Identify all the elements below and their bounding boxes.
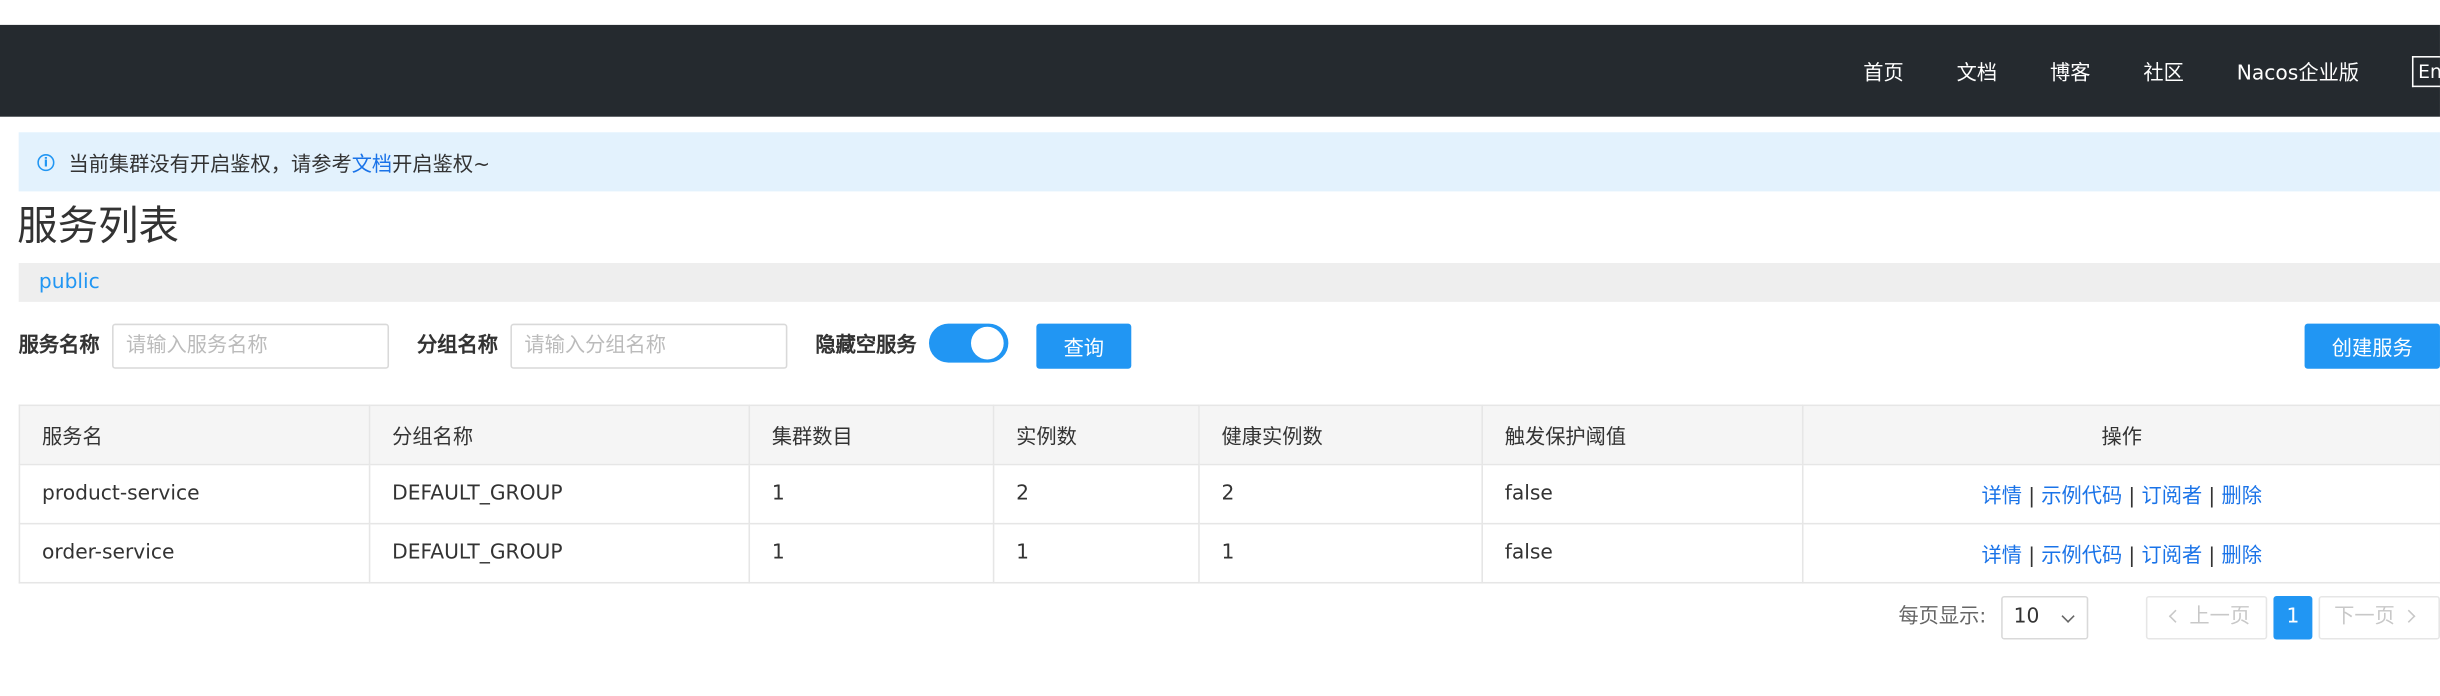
prev-page-button[interactable]: 上一页 (2145, 595, 2268, 640)
cell-group-name: DEFAULT_GROUP (368, 522, 751, 584)
detail-link[interactable]: 详情 (1981, 486, 2021, 509)
cell-service-name: product-service (18, 463, 371, 525)
cell-healthy-count: 1 (1198, 522, 1483, 584)
column-header-threshold: 触发保护阈值 (1481, 404, 1804, 466)
cell-group-name: DEFAULT_GROUP (368, 463, 751, 525)
action-separator: | (2128, 485, 2136, 509)
cell-threshold: false (1481, 522, 1804, 584)
next-page-label: 下一页 (2334, 605, 2395, 629)
query-button[interactable]: 查询 (1036, 323, 1132, 369)
search-form: 服务名称 分组名称 隐藏空服务 查询 创建服务 (18, 323, 2440, 369)
nav-docs[interactable]: 文档 (1957, 56, 1997, 85)
group-name-input[interactable] (510, 323, 788, 369)
page: 首页 文档 博客 社区 Nacos企业版 En i 当前集群没有开启鉴权，请参考… (0, 0, 2440, 696)
table-row: product-service DEFAULT_GROUP 1 2 2 fals… (18, 463, 2440, 525)
service-table: 服务名 分组名称 集群数目 实例数 健康实例数 触发保护阈值 操作 produc… (18, 404, 2440, 584)
hide-empty-toggle[interactable] (928, 323, 1009, 363)
sample-code-link[interactable]: 示例代码 (2041, 545, 2122, 568)
page-size-select[interactable]: 10 (2001, 595, 2089, 640)
top-nav-bar: 首页 文档 博客 社区 Nacos企业版 En (0, 24, 2440, 117)
page-size-value: 10 (2013, 605, 2040, 629)
cell-actions: 详情 | 示例代码 | 订阅者 | 删除 (1801, 463, 2440, 525)
namespace-bar: public (18, 262, 2440, 302)
detail-link[interactable]: 详情 (1981, 545, 2021, 568)
cell-cluster-count: 1 (748, 522, 995, 584)
action-separator: | (2208, 485, 2216, 509)
cell-healthy-count: 2 (1198, 463, 1483, 525)
nav-enterprise[interactable]: Nacos企业版 (2237, 56, 2359, 85)
namespace-public[interactable]: public (39, 271, 100, 294)
nav-blog[interactable]: 博客 (2050, 56, 2090, 85)
cell-instance-count: 1 (992, 522, 1200, 584)
subscribers-link[interactable]: 订阅者 (2141, 545, 2202, 568)
delete-link[interactable]: 删除 (2221, 486, 2261, 509)
service-table-wrapper: 服务名 分组名称 集群数目 实例数 健康实例数 触发保护阈值 操作 produc… (18, 404, 2440, 584)
action-separator: | (2028, 544, 2036, 568)
notice-text-before: 当前集群没有开启鉴权，请参考 (68, 153, 352, 177)
cell-service-name: order-service (18, 522, 371, 584)
language-switch-button[interactable]: En (2411, 55, 2440, 87)
table-header-row: 服务名 分组名称 集群数目 实例数 健康实例数 触发保护阈值 操作 (18, 404, 2440, 466)
cell-instance-count: 2 (992, 463, 1200, 525)
nav-home[interactable]: 首页 (1863, 56, 1903, 85)
nav-community[interactable]: 社区 (2143, 56, 2183, 85)
page-size-label: 每页显示: (1898, 605, 1987, 629)
table-row: order-service DEFAULT_GROUP 1 1 1 false … (18, 522, 2440, 584)
column-header-group-name: 分组名称 (368, 404, 751, 466)
chevron-down-icon (2061, 609, 2075, 623)
toggle-knob (971, 326, 1004, 360)
column-header-actions: 操作 (1801, 404, 2440, 466)
info-icon: i (37, 153, 55, 171)
create-service-button[interactable]: 创建服务 (2304, 323, 2440, 369)
service-name-input[interactable] (112, 323, 390, 369)
sample-code-link[interactable]: 示例代码 (2041, 486, 2122, 509)
service-name-label: 服务名称 (18, 334, 100, 358)
group-name-label: 分组名称 (417, 334, 498, 358)
action-separator: | (2128, 544, 2136, 568)
notice-docs-link[interactable]: 文档 (352, 147, 392, 176)
prev-page-label: 上一页 (2189, 605, 2251, 629)
auth-notice: i 当前集群没有开启鉴权，请参考 文档 开启鉴权~ (18, 132, 2440, 192)
cell-threshold: false (1481, 463, 1804, 525)
current-page-button[interactable]: 1 (2273, 595, 2313, 640)
column-header-cluster-count: 集群数目 (748, 404, 995, 466)
subscribers-link[interactable]: 订阅者 (2141, 486, 2202, 509)
cell-cluster-count: 1 (748, 463, 995, 525)
action-separator: | (2208, 544, 2216, 568)
column-header-healthy-count: 健康实例数 (1198, 404, 1483, 466)
next-page-button[interactable]: 下一页 (2318, 595, 2440, 640)
cell-actions: 详情 | 示例代码 | 订阅者 | 删除 (1801, 522, 2440, 584)
column-header-instance-count: 实例数 (992, 404, 1200, 466)
notice-text-after: 开启鉴权~ (392, 153, 491, 177)
delete-link[interactable]: 删除 (2221, 545, 2261, 568)
chevron-left-icon (2168, 608, 2183, 623)
action-separator: | (2028, 485, 2036, 509)
page-title: 服务列表 (17, 203, 179, 251)
column-header-service-name: 服务名 (18, 404, 371, 466)
hide-empty-label: 隐藏空服务 (815, 334, 917, 358)
top-nav: 首页 文档 博客 社区 Nacos企业版 En (1863, 25, 2440, 117)
chevron-right-icon (2402, 608, 2416, 623)
